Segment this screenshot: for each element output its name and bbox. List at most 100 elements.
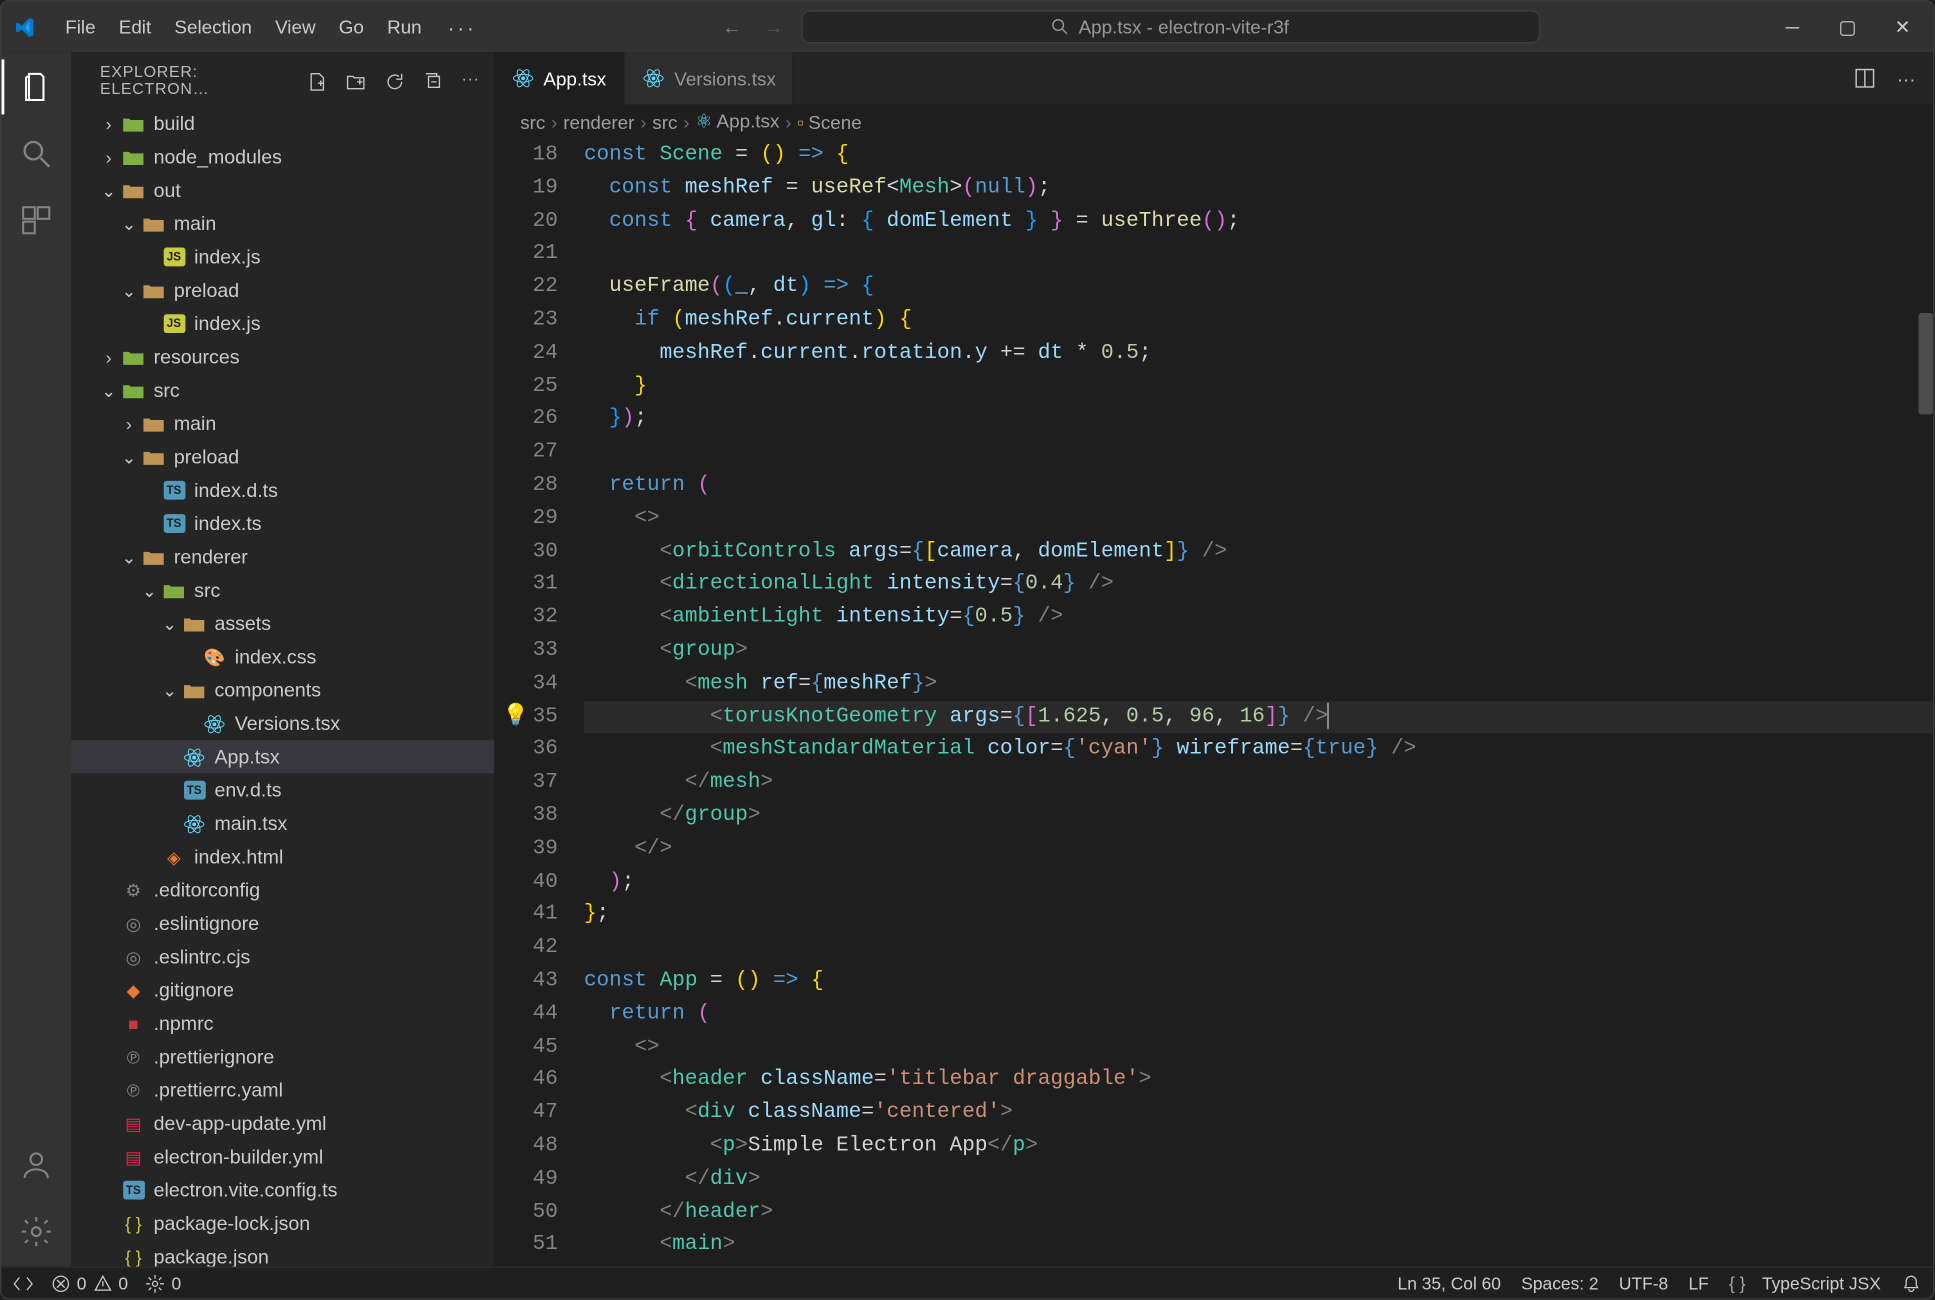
menu-more-icon[interactable]: ··· <box>436 9 488 44</box>
status-problems[interactable]: 0 0 <box>51 1273 128 1293</box>
more-actions-icon[interactable]: ··· <box>1897 67 1916 89</box>
scrollbar-thumb[interactable] <box>1918 313 1932 414</box>
tree-folder[interactable]: ⌄out <box>71 174 494 207</box>
breadcrumb-segment[interactable]: renderer <box>563 111 634 133</box>
menu-go[interactable]: Go <box>327 10 375 43</box>
code-line[interactable]: </div> <box>584 1163 1933 1196</box>
split-editor-icon[interactable] <box>1853 67 1876 90</box>
code-line[interactable]: <directionalLight intensity={0.4} /> <box>584 569 1933 602</box>
code-line[interactable]: </> <box>584 833 1933 866</box>
tree-file[interactable]: ℗.prettierignore <box>71 1040 494 1073</box>
code-line[interactable]: <meshStandardMaterial color={'cyan'} wir… <box>584 734 1933 767</box>
more-icon[interactable]: ··· <box>462 70 480 92</box>
code-line[interactable]: <mesh ref={meshRef}> <box>584 668 1933 701</box>
code-line[interactable]: <torusKnotGeometry args={[1.625, 0.5, 96… <box>584 701 1933 734</box>
code-line[interactable]: } <box>584 370 1933 403</box>
code-line[interactable]: <header className='titlebar draggable'> <box>584 1064 1933 1097</box>
activity-search-icon[interactable] <box>16 133 57 174</box>
code-line[interactable]: <ambientLight intensity={0.5} /> <box>584 602 1933 635</box>
code-line[interactable]: <div className='centered'> <box>584 1097 1933 1130</box>
tree-folder[interactable]: ⌄main <box>71 207 494 240</box>
tree-folder[interactable]: ›main <box>71 407 494 440</box>
code-line[interactable]: const { camera, gl: { domElement } } = u… <box>584 205 1933 238</box>
new-file-icon[interactable] <box>305 70 327 92</box>
breadcrumb[interactable]: src›renderer›src›⚛App.tsx›▫Scene <box>494 104 1933 139</box>
code-line[interactable]: const Scene = () => { <box>584 139 1933 172</box>
collapse-all-icon[interactable] <box>422 70 444 92</box>
tree-file[interactable]: { }package-lock.json <box>71 1207 494 1240</box>
tree-file[interactable]: 🎨index.css <box>71 640 494 673</box>
tree-folder[interactable]: ⌄assets <box>71 607 494 640</box>
tree-file[interactable]: TSindex.ts <box>71 507 494 540</box>
code-line[interactable] <box>584 932 1933 965</box>
tab-versions-tsx[interactable]: Versions.tsx <box>625 52 795 104</box>
code-line[interactable]: <orbitControls args={[camera, domElement… <box>584 535 1933 568</box>
code-line[interactable]: }); <box>584 403 1933 436</box>
menu-run[interactable]: Run <box>375 10 433 43</box>
code-line[interactable]: }; <box>584 899 1933 932</box>
breadcrumb-segment[interactable]: ▫Scene <box>797 111 861 133</box>
tree-folder[interactable]: ›node_modules <box>71 141 494 174</box>
code-line[interactable]: <main> <box>584 1229 1933 1262</box>
code-line[interactable] <box>584 238 1933 271</box>
tree-file[interactable]: Versions.tsx <box>71 707 494 740</box>
nav-forward-icon[interactable]: → <box>764 16 783 38</box>
status-cursor-position[interactable]: Ln 35, Col 60 <box>1398 1273 1501 1293</box>
code-line[interactable]: meshRef.current.rotation.y += dt * 0.5; <box>584 337 1933 370</box>
status-ports[interactable]: 0 <box>145 1273 181 1293</box>
breadcrumb-segment[interactable]: ⚛App.tsx <box>695 110 779 133</box>
tree-file[interactable]: { }package.json <box>71 1240 494 1266</box>
status-eol[interactable]: LF <box>1688 1273 1708 1293</box>
refresh-icon[interactable] <box>383 70 405 92</box>
status-notifications-icon[interactable] <box>1901 1273 1921 1293</box>
code-line[interactable]: <> <box>584 502 1933 535</box>
status-encoding[interactable]: UTF-8 <box>1619 1273 1668 1293</box>
code-line[interactable]: return ( <box>584 469 1933 502</box>
tree-folder[interactable]: ⌄src <box>71 574 494 607</box>
file-tree[interactable]: ›build›node_modules⌄out⌄mainJSindex.js⌄p… <box>71 107 494 1266</box>
tree-file[interactable]: TSenv.d.ts <box>71 774 494 807</box>
code-line[interactable]: </header> <box>584 1196 1933 1229</box>
tree-folder[interactable]: ⌄renderer <box>71 540 494 573</box>
menu-file[interactable]: File <box>54 10 108 43</box>
tree-file[interactable]: ▤electron-builder.yml <box>71 1140 494 1173</box>
breadcrumb-segment[interactable]: src <box>520 111 545 133</box>
tree-file[interactable]: ■.npmrc <box>71 1007 494 1040</box>
tree-folder[interactable]: ⌄src <box>71 374 494 407</box>
tree-folder[interactable]: ⌄preload <box>71 440 494 473</box>
tree-file[interactable]: ◎.eslintignore <box>71 907 494 940</box>
tree-file[interactable]: ◎.eslintrc.cjs <box>71 940 494 973</box>
activity-explorer-icon[interactable] <box>16 67 57 108</box>
code-line[interactable]: useFrame((_, dt) => { <box>584 271 1933 304</box>
code-line[interactable]: return ( <box>584 998 1933 1031</box>
code-line[interactable]: </group> <box>584 800 1933 833</box>
tree-file[interactable]: App.tsx <box>71 740 494 773</box>
menu-selection[interactable]: Selection <box>163 10 264 43</box>
tree-file[interactable]: ℗.prettierrc.yaml <box>71 1074 494 1107</box>
tree-file[interactable]: main.tsx <box>71 807 494 840</box>
tab-app-tsx[interactable]: App.tsx <box>494 52 625 104</box>
window-minimize-icon[interactable]: ─ <box>1782 17 1802 37</box>
code-line[interactable]: ); <box>584 866 1933 899</box>
activity-account-icon[interactable] <box>16 1145 57 1186</box>
tree-folder[interactable]: ›build <box>71 107 494 140</box>
menu-edit[interactable]: Edit <box>107 10 163 43</box>
status-indent[interactable]: Spaces: 2 <box>1521 1273 1598 1293</box>
tree-file[interactable]: ⚙.editorconfig <box>71 874 494 907</box>
code-line[interactable]: <group> <box>584 635 1933 668</box>
tree-file[interactable]: ◈index.html <box>71 840 494 873</box>
command-center[interactable]: App.tsx - electron-vite-r3f <box>801 10 1540 43</box>
code-content[interactable]: const Scene = () => { const meshRef = us… <box>584 139 1933 1266</box>
menu-view[interactable]: View <box>263 10 327 43</box>
status-language[interactable]: { } TypeScript JSX <box>1729 1273 1881 1293</box>
code-line[interactable]: const meshRef = useRef<Mesh>(null); <box>584 172 1933 205</box>
new-folder-icon[interactable] <box>344 70 366 92</box>
code-line[interactable] <box>584 436 1933 469</box>
code-area[interactable]: 181920212223242526272829303132333435💡363… <box>494 139 1933 1266</box>
tree-folder[interactable]: ⌄preload <box>71 274 494 307</box>
nav-back-icon[interactable]: ← <box>722 16 741 38</box>
tree-file[interactable]: JSindex.js <box>71 307 494 340</box>
tree-file[interactable]: TSindex.d.ts <box>71 474 494 507</box>
code-line[interactable]: </mesh> <box>584 767 1933 800</box>
tree-folder[interactable]: ›resources <box>71 341 494 374</box>
